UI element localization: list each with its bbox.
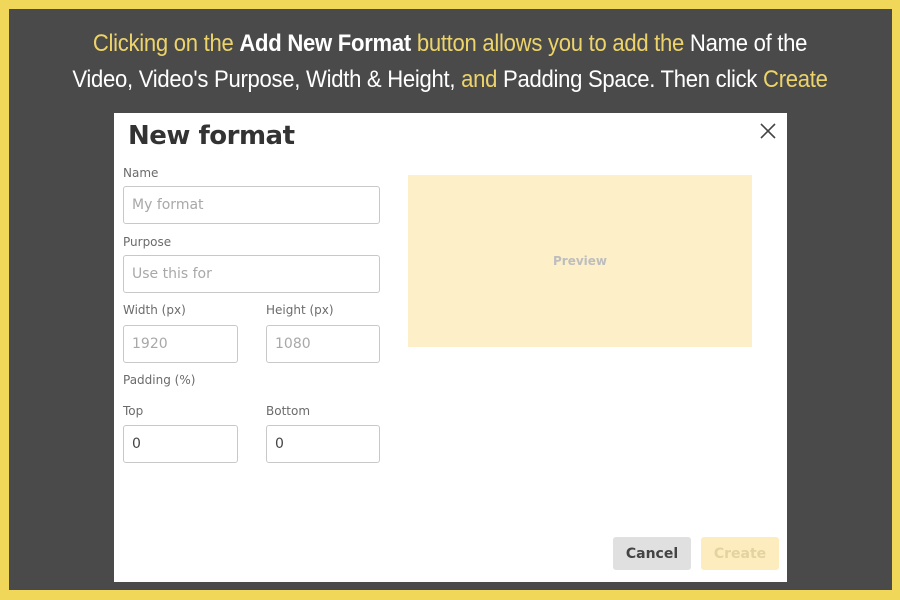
dialog-title: New format bbox=[128, 121, 295, 151]
caption-line-1: Clicking on the Add New Format button al… bbox=[36, 26, 864, 62]
name-label: Name bbox=[123, 166, 159, 180]
create-button[interactable]: Create bbox=[701, 537, 779, 570]
cancel-button[interactable]: Cancel bbox=[613, 537, 691, 570]
caption-text-bold: Add New Format bbox=[239, 30, 411, 57]
padding-top-input[interactable] bbox=[123, 425, 238, 463]
instruction-caption: Clicking on the Add New Format button al… bbox=[36, 26, 864, 98]
caption-text: Clicking on the bbox=[92, 30, 240, 57]
preview-label: Preview bbox=[552, 254, 607, 268]
height-input[interactable] bbox=[266, 325, 380, 363]
caption-text: and bbox=[461, 66, 498, 93]
caption-text: Padding Space. Then click bbox=[497, 66, 764, 93]
caption-text: Video, Video's Purpose, Width & Height, bbox=[72, 66, 462, 93]
padding-top-label: Top bbox=[123, 404, 144, 418]
width-label: Width (px) bbox=[123, 303, 186, 317]
purpose-label: Purpose bbox=[123, 235, 172, 249]
format-preview: Preview bbox=[408, 175, 752, 347]
caption-text: Create bbox=[763, 66, 828, 93]
padding-bottom-label: Bottom bbox=[266, 404, 311, 418]
height-label: Height (px) bbox=[266, 303, 334, 317]
new-format-dialog: New format Name Purpose Width (px) Heigh… bbox=[114, 113, 787, 582]
name-input[interactable] bbox=[123, 186, 380, 224]
caption-text: button allows you to add the bbox=[410, 30, 690, 57]
close-button[interactable] bbox=[757, 120, 779, 142]
width-input[interactable] bbox=[123, 325, 238, 363]
close-icon bbox=[760, 123, 776, 139]
caption-line-2: Video, Video's Purpose, Width & Height, … bbox=[36, 62, 864, 98]
caption-text: Name of the bbox=[689, 30, 808, 57]
purpose-input[interactable] bbox=[123, 255, 380, 293]
padding-heading: Padding (%) bbox=[123, 373, 196, 387]
padding-bottom-input[interactable] bbox=[266, 425, 380, 463]
